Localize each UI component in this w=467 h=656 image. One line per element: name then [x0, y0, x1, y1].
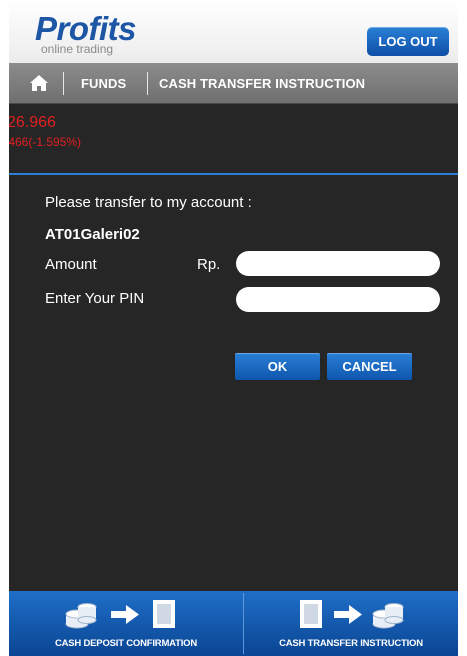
nav-item-funds[interactable]: FUNDS	[81, 63, 126, 104]
home-icon[interactable]	[29, 74, 49, 92]
tab-cash-deposit-confirmation[interactable]: CASH DEPOSIT CONFIRMATION	[9, 591, 243, 656]
tab-label: CASH DEPOSIT CONFIRMATION	[54, 638, 198, 649]
amount-input[interactable]	[236, 251, 440, 276]
section-divider	[9, 173, 458, 175]
arrow-right-icon	[334, 605, 362, 624]
transfer-intro-text: Please transfer to my account :	[45, 194, 252, 211]
arrow-right-icon	[111, 605, 139, 624]
coins-icon	[372, 603, 404, 629]
logo-tagline: online trading	[41, 42, 114, 56]
nav-item-cash-transfer-instruction[interactable]: CASH TRANSFER INSTRUCTION	[159, 63, 365, 104]
header: Profits online trading LOG OUT	[9, 0, 458, 63]
cancel-button[interactable]: CANCEL	[327, 353, 412, 380]
index-change: .466(-1.595%)	[9, 135, 82, 149]
index-value: 26.966	[9, 114, 56, 131]
pin-label: Enter Your PIN	[45, 290, 145, 307]
app-frame: Profits online trading LOG OUT FUNDS CAS…	[9, 0, 458, 656]
breadcrumb: FUNDS CASH TRANSFER INSTRUCTION	[9, 63, 458, 104]
account-id: AT01Galeri02	[45, 226, 140, 243]
transfer-tab-icons	[300, 600, 404, 629]
tab-cash-transfer-instruction[interactable]: CASH TRANSFER INSTRUCTION	[244, 591, 458, 656]
ok-button[interactable]: OK	[235, 353, 320, 380]
pin-input[interactable]	[236, 287, 440, 312]
document-icon	[300, 600, 322, 628]
currency-label: Rp.	[197, 256, 221, 273]
coins-icon	[65, 603, 97, 629]
deposit-tab-icons	[65, 600, 175, 629]
nav-divider	[147, 72, 148, 95]
logout-button[interactable]: LOG OUT	[367, 27, 449, 56]
tab-label: CASH TRANSFER INSTRUCTION	[279, 638, 423, 649]
amount-label: Amount	[45, 256, 97, 273]
nav-divider	[63, 72, 64, 95]
document-icon	[153, 600, 175, 628]
logo: Profits	[35, 10, 137, 47]
footer-tabbar: CASH DEPOSIT CONFIRMATION CASH TRANSFER …	[9, 591, 458, 656]
